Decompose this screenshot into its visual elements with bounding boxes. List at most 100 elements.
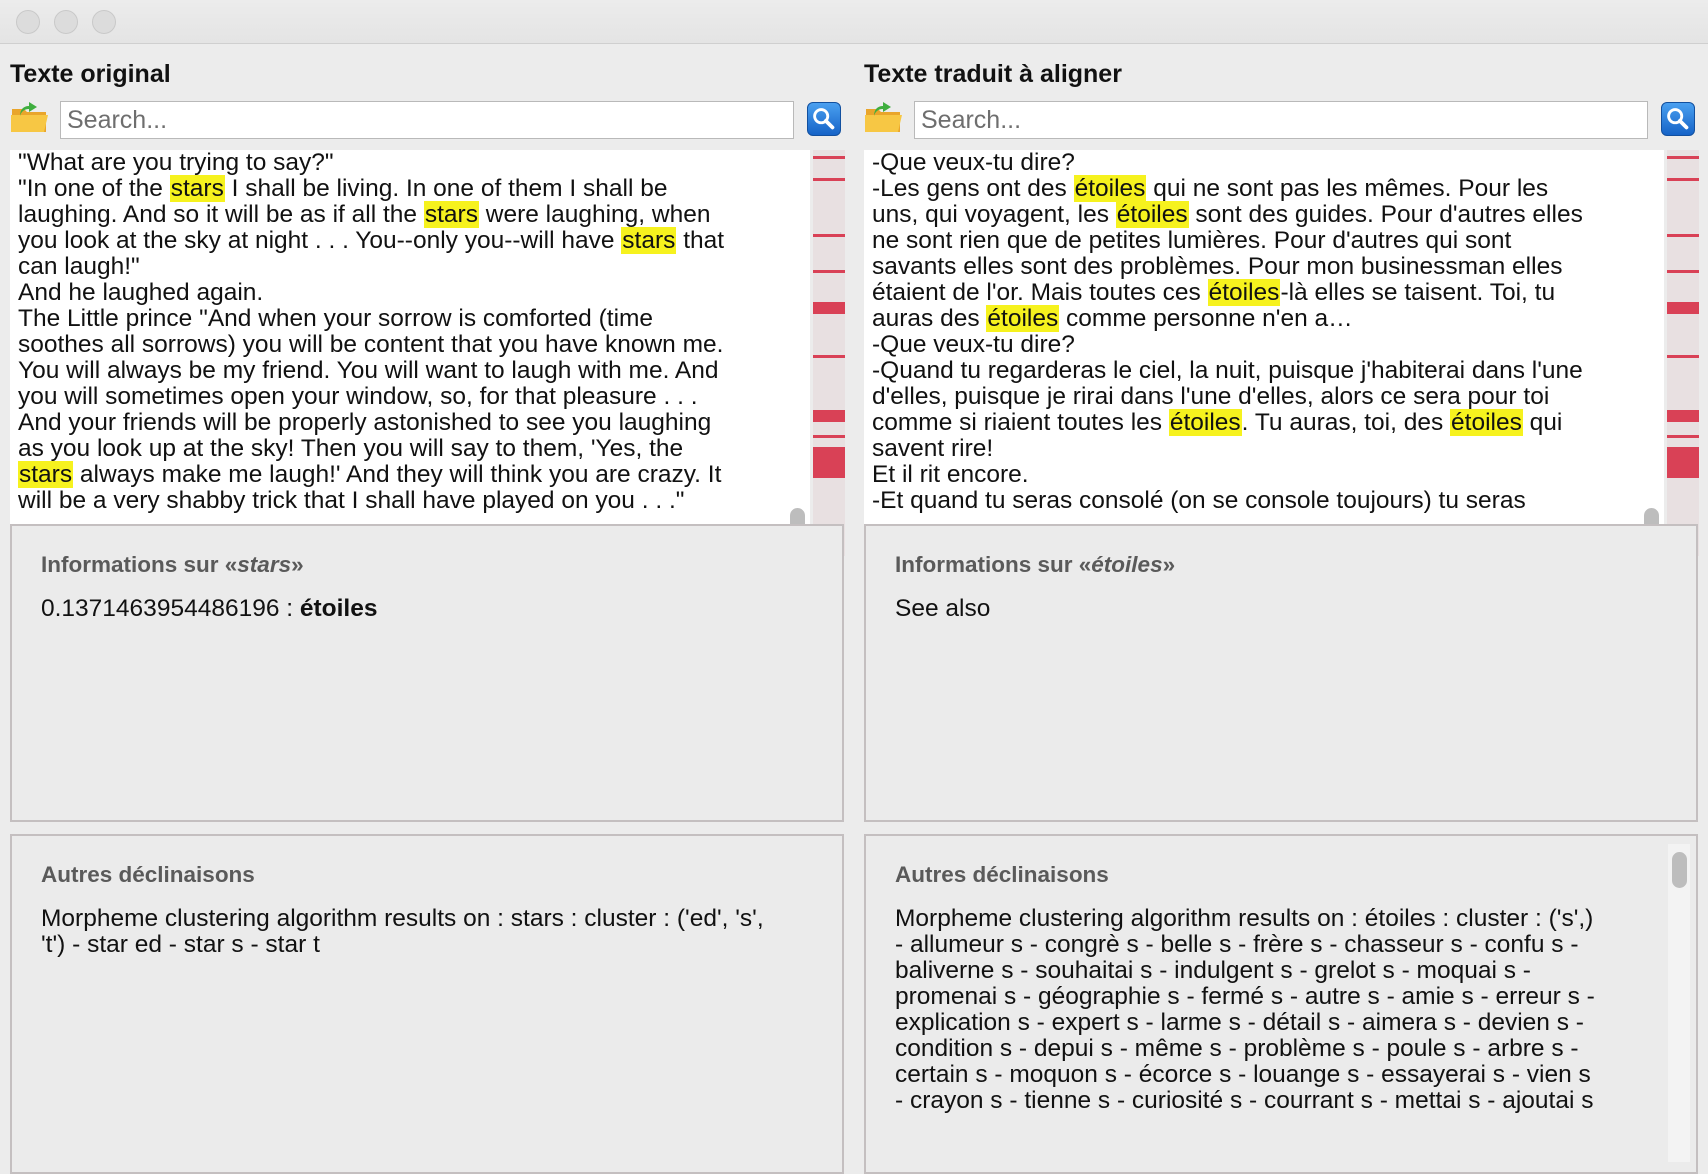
text-segment: were laughing, when bbox=[478, 201, 711, 228]
occurrence-marker[interactable] bbox=[1667, 435, 1699, 438]
search-button[interactable] bbox=[1661, 102, 1695, 136]
word-info-panel: Informations sur «stars» 0.1371463954486… bbox=[10, 524, 844, 822]
declinaisons-line: Morpheme clustering algorithm results on… bbox=[41, 905, 764, 932]
text-line: can laugh!" bbox=[18, 254, 793, 280]
text-line: You will always be my friend. You will w… bbox=[18, 358, 793, 384]
text-line: -Les gens ont des étoiles qui ne sont pa… bbox=[872, 175, 1647, 202]
highlighted-word[interactable]: stars bbox=[18, 461, 74, 488]
text-line: d'elles, puisque je rirai dans l'une d'e… bbox=[872, 384, 1647, 410]
text-line: The Little prince "And when your sorrow … bbox=[18, 306, 793, 332]
text-segment: And your friends will be properly astoni… bbox=[18, 409, 712, 436]
search-input[interactable] bbox=[914, 101, 1648, 139]
occurrence-marker[interactable] bbox=[813, 302, 845, 314]
text-line: stars always make me laugh!' And they wi… bbox=[18, 461, 793, 488]
occurrence-marker-strip[interactable] bbox=[813, 150, 845, 556]
search-input[interactable] bbox=[60, 101, 794, 139]
translated-text-lines: -Que veux-tu dire? -Les gens ont des étoi… bbox=[872, 150, 1647, 514]
text-segment: as you look up at the sky! Then you will… bbox=[18, 435, 684, 462]
highlighted-word[interactable]: étoiles bbox=[986, 305, 1060, 332]
text-segment: auras des bbox=[872, 305, 987, 332]
declinaisons-line: - allumeur s - congrè s - belle s - frèr… bbox=[895, 931, 1579, 958]
occurrence-marker[interactable] bbox=[1667, 355, 1699, 358]
text-segment: -Les gens ont des bbox=[872, 175, 1074, 202]
text-segment: . Tu auras, toi, des bbox=[1241, 409, 1451, 436]
text-segment: -Que veux-tu dire? bbox=[872, 150, 1075, 176]
highlighted-word[interactable]: stars bbox=[423, 201, 479, 228]
search-button[interactable] bbox=[807, 102, 841, 136]
pane-title: Texte original bbox=[10, 60, 171, 88]
text-line: And he laughed again. bbox=[18, 280, 793, 306]
text-segment: laughing. And so it will be as if all th… bbox=[18, 201, 424, 228]
info-body: See also bbox=[895, 596, 1665, 622]
close-window-button[interactable] bbox=[16, 10, 40, 34]
text-line: laughing. And so it will be as if all th… bbox=[18, 201, 793, 228]
text-line: soothes all sorrows) you will be content… bbox=[18, 332, 793, 358]
text-line: étaient de l'or. Mais toutes ces étoiles… bbox=[872, 279, 1647, 306]
occurrence-marker[interactable] bbox=[813, 355, 845, 358]
aligned-word: étoiles bbox=[299, 595, 378, 622]
info-heading: Informations sur «stars» bbox=[41, 552, 304, 577]
declinaisons-text: Morpheme clustering algorithm results on… bbox=[895, 906, 1665, 1114]
highlighted-word[interactable]: étoiles bbox=[1168, 409, 1242, 436]
text-line: savants elles sont des problèmes. Pour m… bbox=[872, 254, 1647, 280]
text-line: savent rire! bbox=[872, 436, 1647, 462]
declinaisons-scrollbar[interactable] bbox=[1668, 844, 1690, 1162]
text-segment: ne sont rien que de petites lumières. Po… bbox=[872, 227, 1512, 254]
translated-text-area[interactable]: -Que veux-tu dire? -Les gens ont des étoi… bbox=[864, 150, 1664, 556]
highlighted-word[interactable]: étoiles bbox=[1450, 409, 1523, 436]
text-line: as you look up at the sky! Then you will… bbox=[18, 436, 793, 462]
text-segment: Et il rit encore. bbox=[872, 461, 1029, 488]
text-segment: sont des guides. Pour d'autres elles bbox=[1188, 201, 1583, 228]
text-segment: comme si riaient toutes les bbox=[872, 409, 1169, 436]
occurrence-marker[interactable] bbox=[813, 410, 845, 422]
occurrence-marker[interactable] bbox=[813, 156, 845, 159]
declinaisons-text: Morpheme clustering algorithm results on… bbox=[41, 906, 811, 958]
occurrence-marker[interactable] bbox=[1667, 410, 1699, 422]
highlighted-word[interactable]: étoiles bbox=[1207, 279, 1281, 306]
declinaisons-line: condition s - depui s - même s - problèm… bbox=[895, 1035, 1579, 1062]
declinaisons-heading: Autres déclinaisons bbox=[895, 862, 1109, 887]
occurrence-marker-strip[interactable] bbox=[1667, 150, 1699, 556]
occurrence-marker[interactable] bbox=[1667, 178, 1699, 181]
text-segment: will be a very shabby trick that I shall… bbox=[18, 487, 685, 514]
text-segment: -là elles se taisent. Toi, tu bbox=[1280, 279, 1556, 306]
highlighted-word[interactable]: stars bbox=[169, 175, 225, 202]
highlighted-word[interactable]: stars bbox=[621, 227, 677, 254]
declinaisons-panel: Autres déclinaisons Morpheme clustering … bbox=[864, 834, 1698, 1174]
text-line: comme si riaient toutes les étoiles. Tu … bbox=[872, 409, 1647, 436]
text-line: auras des étoiles comme personne n'en a… bbox=[872, 305, 1647, 332]
text-segment: And he laughed again. bbox=[18, 279, 264, 306]
info-heading-word: stars bbox=[237, 552, 292, 577]
original-text-area[interactable]: "What are you trying to say?" "In one of … bbox=[10, 150, 810, 556]
search-icon bbox=[813, 108, 835, 130]
declinaisons-line: 't') - star ed - star s - star t bbox=[41, 931, 320, 958]
text-segment: that bbox=[676, 227, 725, 254]
highlighted-word[interactable]: étoiles bbox=[1073, 175, 1147, 202]
occurrence-marker[interactable] bbox=[1667, 234, 1699, 237]
text-segment: -Et quand tu seras consolé (on se consol… bbox=[872, 487, 1526, 514]
occurrence-marker[interactable] bbox=[813, 234, 845, 237]
occurrence-marker[interactable] bbox=[1667, 302, 1699, 314]
occurrence-marker[interactable] bbox=[813, 270, 845, 273]
text-segment: savants elles sont des problèmes. Pour m… bbox=[872, 253, 1563, 280]
text-line: And your friends will be properly astoni… bbox=[18, 410, 793, 436]
info-body: 0.1371463954486196 : étoiles bbox=[41, 596, 811, 622]
text-line: ne sont rien que de petites lumières. Po… bbox=[872, 228, 1647, 254]
occurrence-marker[interactable] bbox=[1667, 156, 1699, 159]
text-line: you will sometimes open your window, so,… bbox=[18, 384, 793, 410]
text-segment: comme personne n'en a… bbox=[1059, 305, 1353, 332]
open-folder-icon[interactable] bbox=[10, 100, 50, 136]
highlighted-word[interactable]: étoiles bbox=[1115, 201, 1189, 228]
occurrence-marker[interactable] bbox=[813, 435, 845, 438]
pane-title: Texte traduit à aligner bbox=[864, 60, 1122, 88]
declinaisons-scrollbar-thumb[interactable] bbox=[1672, 852, 1687, 888]
zoom-window-button[interactable] bbox=[92, 10, 116, 34]
open-folder-icon[interactable] bbox=[864, 100, 904, 136]
minimize-window-button[interactable] bbox=[54, 10, 78, 34]
occurrence-marker[interactable] bbox=[1667, 450, 1699, 478]
occurrence-marker[interactable] bbox=[813, 450, 845, 478]
text-segment: "In one of the bbox=[18, 175, 170, 202]
alignment-score: 0.1371463954486196 : bbox=[41, 595, 300, 622]
occurrence-marker[interactable] bbox=[813, 178, 845, 181]
occurrence-marker[interactable] bbox=[1667, 270, 1699, 273]
